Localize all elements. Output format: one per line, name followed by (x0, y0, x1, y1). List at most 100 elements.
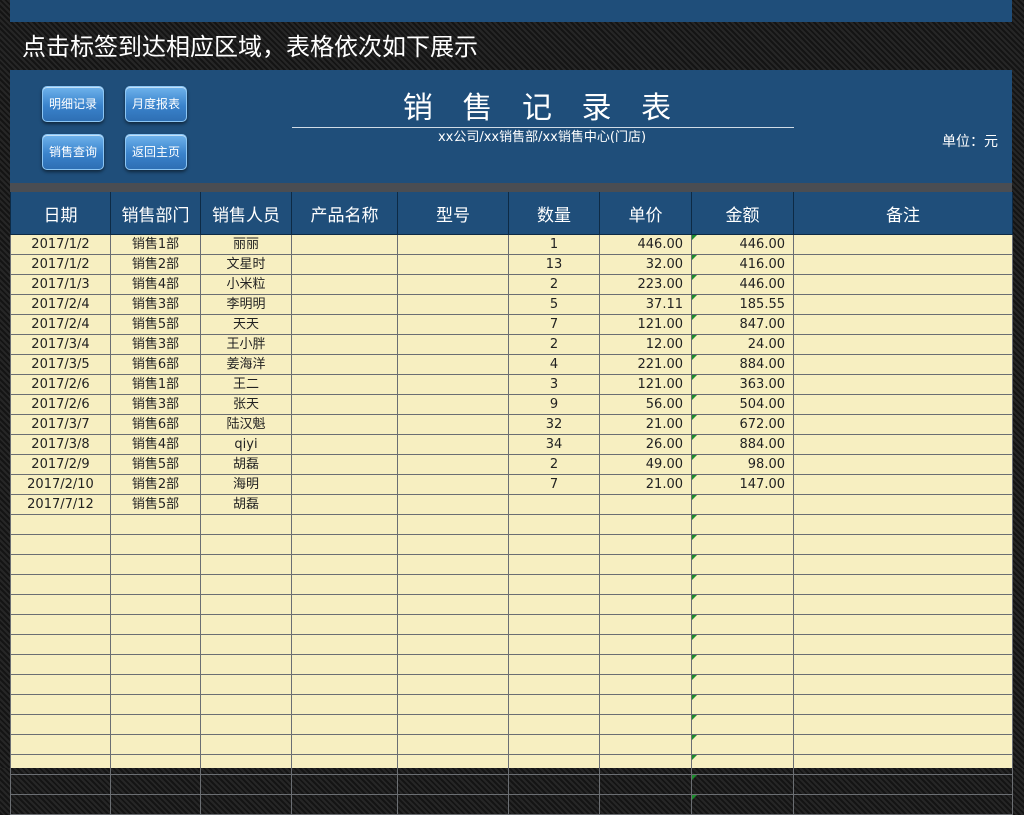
cell-dept[interactable] (110, 774, 201, 795)
cell-amount[interactable] (691, 554, 794, 575)
cell-person[interactable]: 天天 (200, 314, 292, 335)
col-header-model[interactable]: 型号 (397, 192, 509, 235)
cell-person[interactable] (200, 634, 292, 655)
cell-note[interactable] (793, 374, 1013, 395)
col-header-note[interactable]: 备注 (793, 192, 1013, 235)
cell-amount[interactable]: 416.00 (691, 254, 794, 275)
cell-dept[interactable] (110, 574, 201, 595)
cell-amount[interactable]: 884.00 (691, 354, 794, 375)
cell-model[interactable] (397, 234, 509, 255)
monthly-report-button[interactable]: 月度报表 (125, 86, 187, 122)
cell-person[interactable]: qiyi (200, 434, 292, 455)
cell-date[interactable] (10, 654, 111, 675)
cell-product[interactable] (291, 674, 398, 695)
cell-amount[interactable]: 672.00 (691, 414, 794, 435)
cell-note[interactable] (793, 394, 1013, 415)
cell-product[interactable] (291, 654, 398, 675)
cell-amount[interactable] (691, 714, 794, 735)
cell-model[interactable] (397, 294, 509, 315)
cell-product[interactable] (291, 274, 398, 295)
cell-note[interactable] (793, 634, 1013, 655)
cell-person[interactable]: 丽丽 (200, 234, 292, 255)
cell-model[interactable] (397, 754, 509, 775)
cell-qty[interactable]: 34 (508, 434, 600, 455)
cell-amount[interactable] (691, 754, 794, 775)
cell-dept[interactable]: 销售5部 (110, 454, 201, 475)
cell-model[interactable] (397, 714, 509, 735)
cell-model[interactable] (397, 534, 509, 555)
cell-product[interactable] (291, 634, 398, 655)
cell-amount[interactable]: 98.00 (691, 454, 794, 475)
cell-person[interactable]: 文星时 (200, 254, 292, 275)
cell-dept[interactable] (110, 754, 201, 775)
cell-product[interactable] (291, 334, 398, 355)
cell-note[interactable] (793, 574, 1013, 595)
cell-note[interactable] (793, 274, 1013, 295)
col-header-amount[interactable]: 金额 (691, 192, 794, 235)
cell-dept[interactable]: 销售3部 (110, 294, 201, 315)
cell-person[interactable] (200, 674, 292, 695)
cell-dept[interactable]: 销售3部 (110, 334, 201, 355)
col-header-product[interactable]: 产品名称 (291, 192, 398, 235)
cell-dept[interactable] (110, 694, 201, 715)
cell-qty[interactable] (508, 634, 600, 655)
cell-product[interactable] (291, 374, 398, 395)
cell-date[interactable]: 2017/3/7 (10, 414, 111, 435)
cell-note[interactable] (793, 414, 1013, 435)
cell-product[interactable] (291, 574, 398, 595)
cell-dept[interactable] (110, 734, 201, 755)
cell-person[interactable]: 姜海洋 (200, 354, 292, 375)
cell-model[interactable] (397, 254, 509, 275)
cell-price[interactable] (599, 614, 692, 635)
cell-qty[interactable] (508, 534, 600, 555)
cell-amount[interactable] (691, 634, 794, 655)
cell-qty[interactable] (508, 594, 600, 615)
cell-date[interactable] (10, 794, 111, 815)
cell-date[interactable]: 2017/1/3 (10, 274, 111, 295)
cell-dept[interactable]: 销售4部 (110, 434, 201, 455)
cell-date[interactable] (10, 574, 111, 595)
cell-person[interactable] (200, 734, 292, 755)
cell-amount[interactable]: 147.00 (691, 474, 794, 495)
cell-qty[interactable]: 7 (508, 314, 600, 335)
cell-qty[interactable]: 32 (508, 414, 600, 435)
cell-amount[interactable]: 24.00 (691, 334, 794, 355)
cell-price[interactable]: 49.00 (599, 454, 692, 475)
cell-model[interactable] (397, 734, 509, 755)
cell-qty[interactable] (508, 554, 600, 575)
cell-amount[interactable]: 847.00 (691, 314, 794, 335)
cell-amount[interactable] (691, 514, 794, 535)
cell-qty[interactable] (508, 614, 600, 635)
cell-product[interactable] (291, 774, 398, 795)
cell-note[interactable] (793, 254, 1013, 275)
cell-model[interactable] (397, 314, 509, 335)
col-header-person[interactable]: 销售人员 (200, 192, 292, 235)
cell-dept[interactable]: 销售1部 (110, 374, 201, 395)
cell-price[interactable] (599, 754, 692, 775)
cell-model[interactable] (397, 434, 509, 455)
cell-date[interactable]: 2017/2/4 (10, 314, 111, 335)
cell-date[interactable] (10, 614, 111, 635)
cell-date[interactable]: 2017/1/2 (10, 254, 111, 275)
cell-person[interactable] (200, 574, 292, 595)
cell-model[interactable] (397, 414, 509, 435)
cell-product[interactable] (291, 394, 398, 415)
cell-date[interactable] (10, 594, 111, 615)
col-header-date[interactable]: 日期 (10, 192, 111, 235)
cell-qty[interactable]: 2 (508, 334, 600, 355)
cell-dept[interactable]: 销售5部 (110, 314, 201, 335)
cell-date[interactable]: 2017/2/6 (10, 374, 111, 395)
cell-date[interactable] (10, 674, 111, 695)
cell-dept[interactable] (110, 654, 201, 675)
cell-qty[interactable] (508, 774, 600, 795)
cell-price[interactable] (599, 794, 692, 815)
cell-date[interactable]: 2017/2/9 (10, 454, 111, 475)
cell-product[interactable] (291, 714, 398, 735)
cell-note[interactable] (793, 754, 1013, 775)
cell-dept[interactable]: 销售5部 (110, 494, 201, 515)
cell-price[interactable] (599, 534, 692, 555)
cell-price[interactable] (599, 714, 692, 735)
cell-date[interactable]: 2017/2/10 (10, 474, 111, 495)
cell-product[interactable] (291, 254, 398, 275)
cell-person[interactable] (200, 694, 292, 715)
